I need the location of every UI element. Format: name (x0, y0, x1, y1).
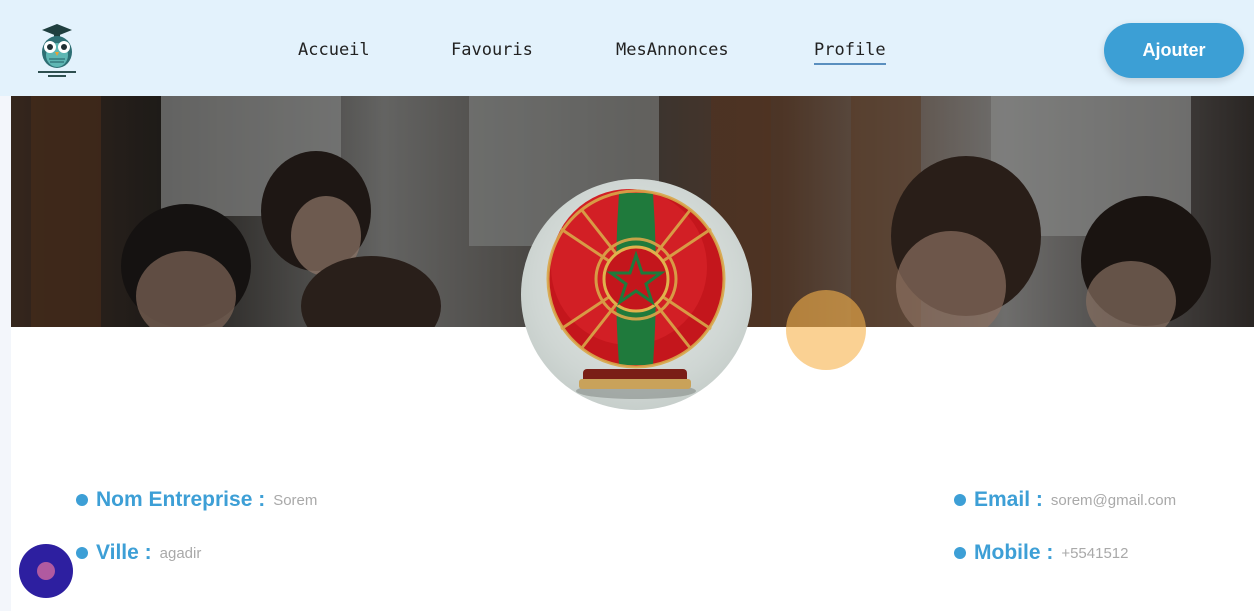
nav-accueil[interactable]: Accueil (298, 40, 370, 60)
city-value: agadir (159, 544, 202, 562)
floating-action-button[interactable] (19, 544, 73, 598)
company-label: Nom Entreprise : (96, 488, 266, 511)
email-value: sorem@gmail.com (1050, 491, 1177, 509)
profile-avatar[interactable] (521, 179, 752, 410)
mobile-label: Mobile : (974, 541, 1054, 564)
email-info: Email : sorem@gmail.com (954, 488, 1176, 512)
owl-logo-icon[interactable] (34, 24, 80, 78)
city-label: Ville : (96, 541, 152, 564)
nav-favouris[interactable]: Favouris (451, 40, 533, 60)
bullet-icon (76, 494, 88, 506)
mobile-value: +5541512 (1061, 544, 1129, 562)
fab-dot-icon (37, 562, 55, 580)
nav-profile[interactable]: Profile (814, 40, 886, 65)
bullet-icon (954, 494, 966, 506)
bullet-icon (954, 547, 966, 559)
mobile-info: Mobile : +5541512 (954, 541, 1128, 565)
nav-mesannonces[interactable]: MesAnnonces (616, 40, 729, 60)
bullet-icon (76, 547, 88, 559)
top-navbar: Accueil Favouris MesAnnonces Profile Ajo… (0, 0, 1254, 96)
city-info: Ville : agadir (76, 541, 201, 565)
company-value: Sorem (273, 491, 318, 509)
add-button[interactable]: Ajouter (1104, 23, 1244, 78)
email-label: Email : (974, 488, 1043, 511)
company-info: Nom Entreprise : Sorem (76, 488, 317, 512)
cursor-highlight (786, 290, 866, 370)
